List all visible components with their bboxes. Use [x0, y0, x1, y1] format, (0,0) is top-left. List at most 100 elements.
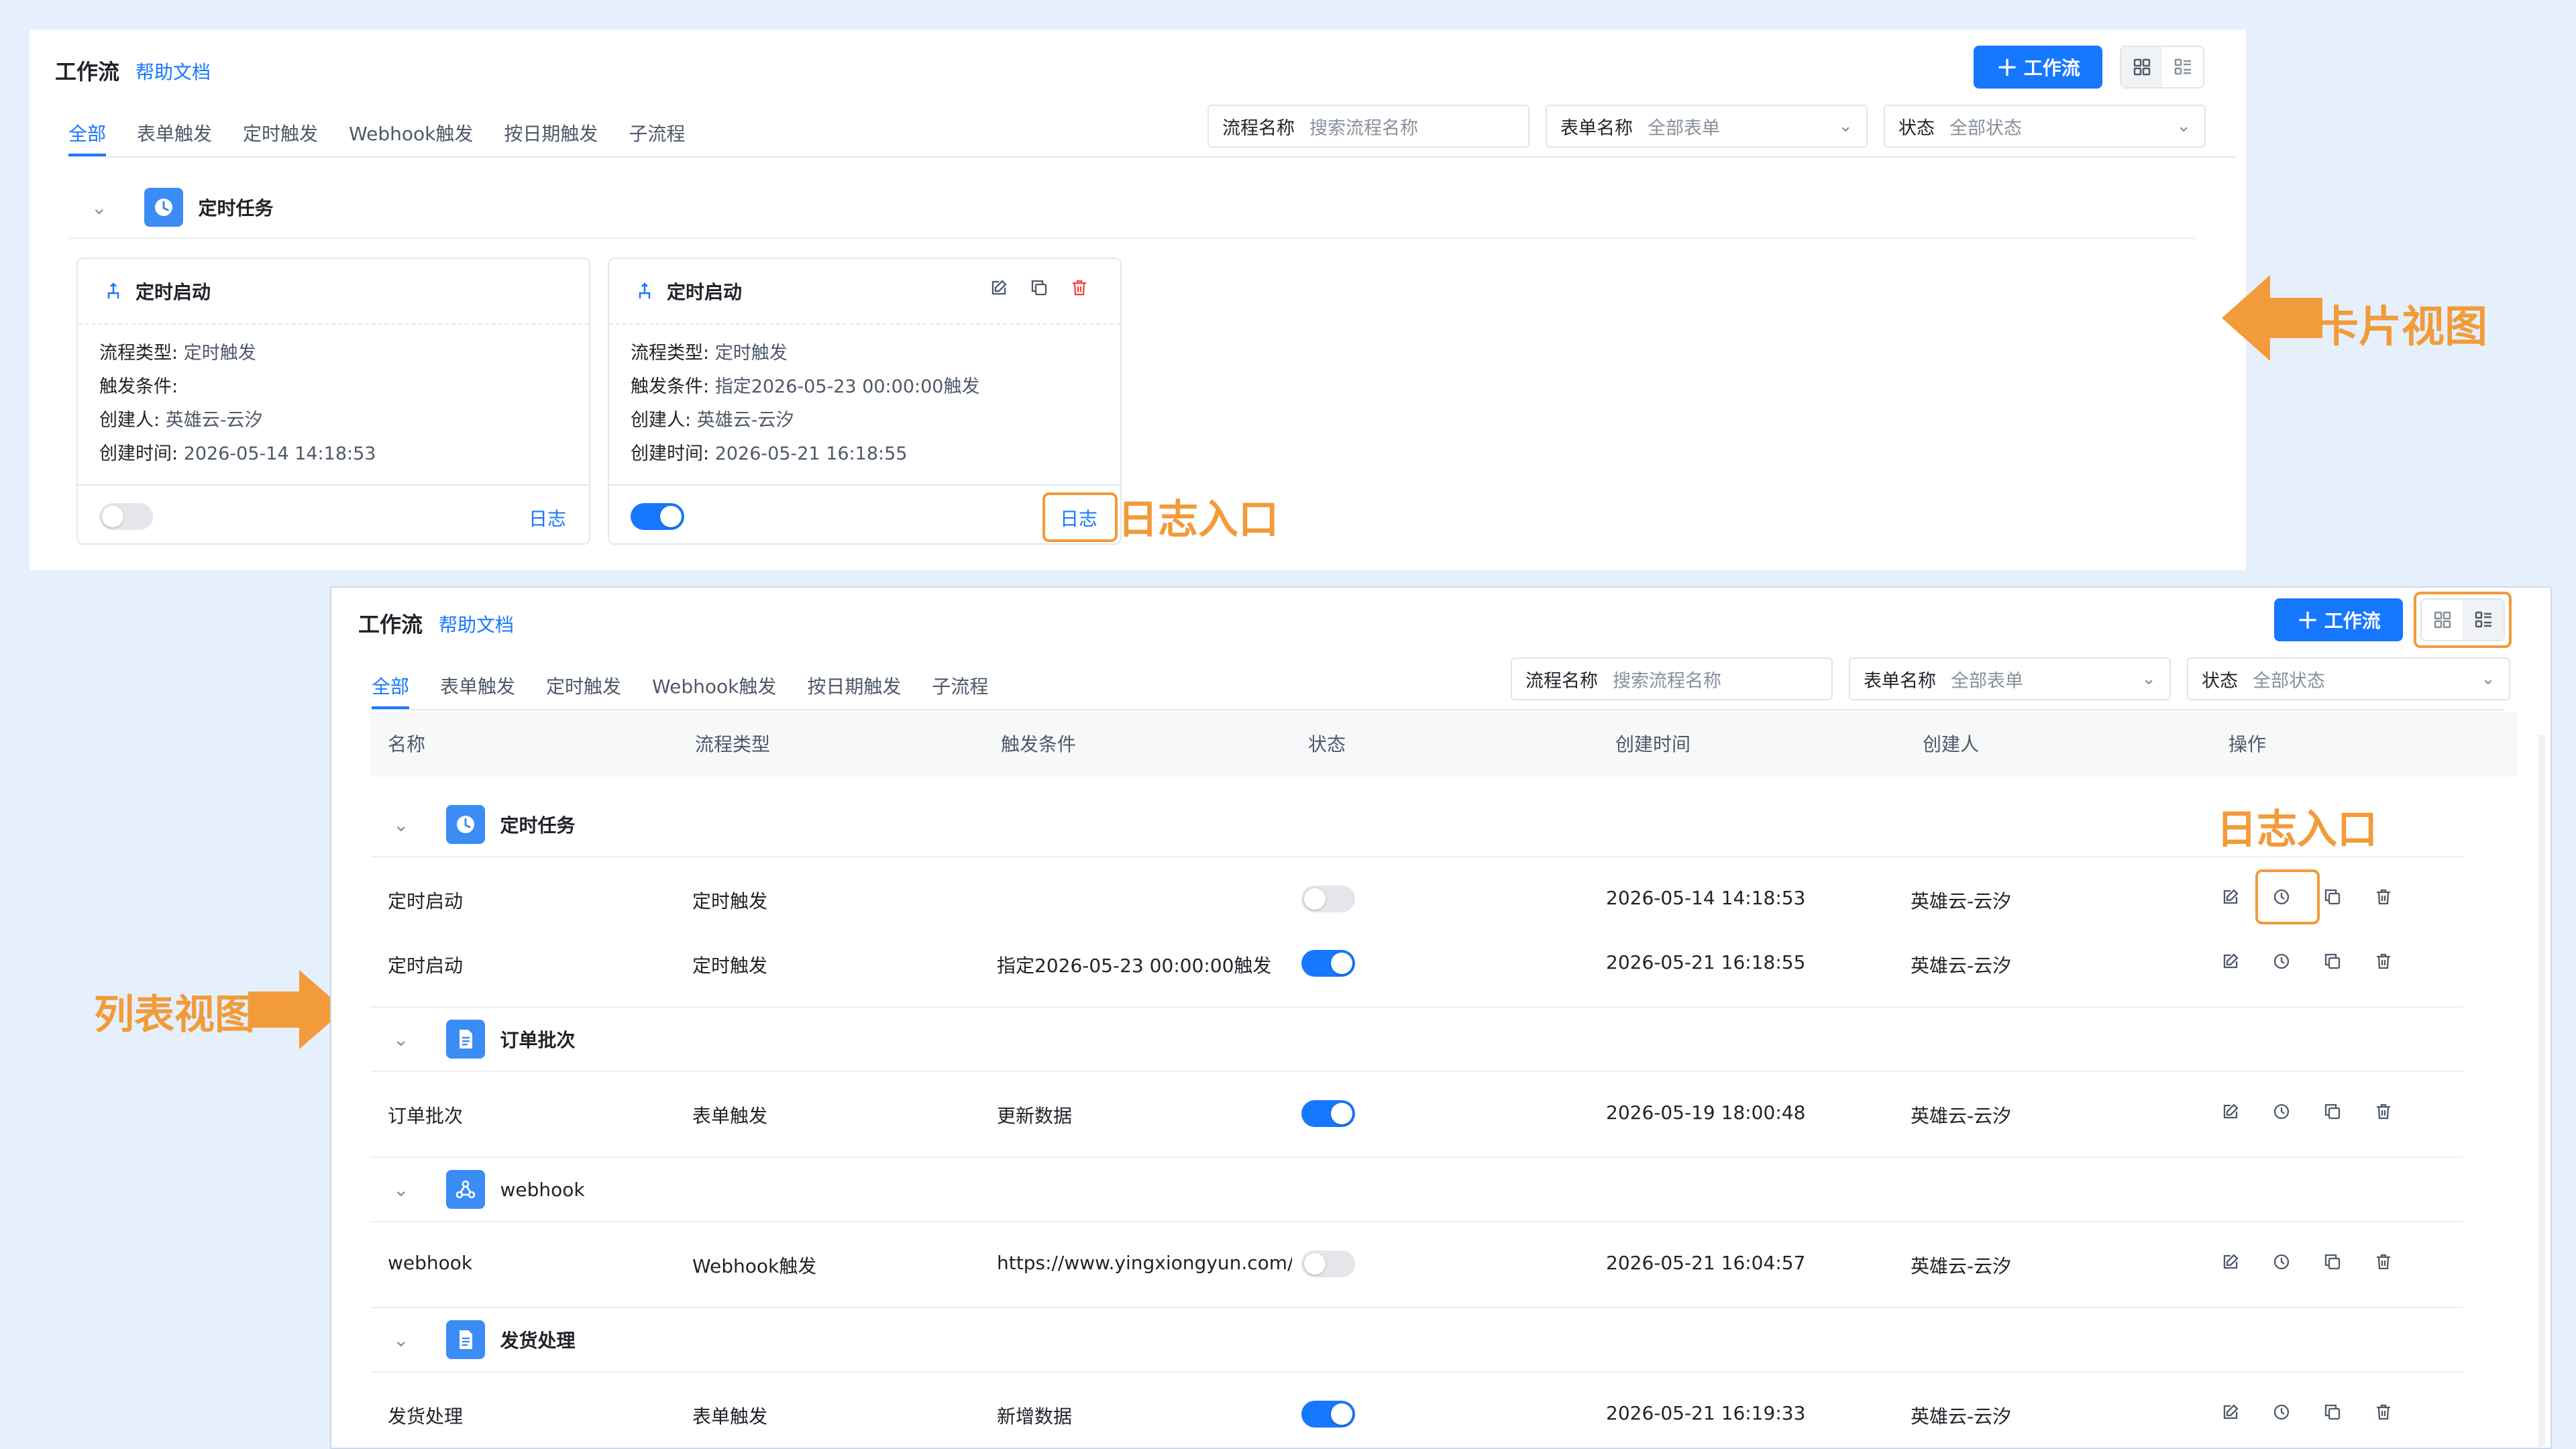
delete-icon[interactable] — [2373, 951, 2394, 971]
chevron-down-icon[interactable]: ⌄ — [393, 1179, 409, 1201]
card-view-annotation: 卡片视图 — [2316, 302, 2487, 352]
tab-form-trigger[interactable]: 表单触发 — [137, 119, 212, 157]
row-actions — [2220, 1402, 2394, 1422]
card-type-line: 流程类型: 定时触发 — [99, 338, 256, 364]
copy-icon[interactable] — [2322, 1102, 2343, 1122]
enable-switch[interactable] — [1301, 950, 1355, 977]
copy-icon[interactable] — [2322, 1402, 2343, 1422]
tab-webhook-trigger[interactable]: Webhook触发 — [652, 672, 776, 710]
tab-timer-trigger[interactable]: 定时触发 — [546, 672, 621, 710]
log-entry-highlight — [2255, 869, 2320, 924]
copy-icon[interactable] — [2322, 887, 2343, 907]
delete-icon[interactable] — [2373, 1252, 2394, 1272]
help-doc-link[interactable]: 帮助文档 — [439, 610, 514, 637]
clock-icon — [144, 188, 184, 227]
add-workflow-button[interactable]: + 工作流 — [1974, 46, 2102, 89]
scrollbar[interactable] — [2538, 735, 2545, 1446]
form-name-filter[interactable]: 表单名称 全部表单 ⌄ — [1546, 105, 1868, 148]
card-actions — [989, 278, 1089, 298]
copy-icon[interactable] — [1029, 278, 1049, 298]
cond-label: 触发条件: — [99, 376, 178, 397]
delete-icon[interactable] — [1069, 278, 1089, 298]
group-header[interactable]: ⌄ 订单批次 — [393, 1020, 575, 1059]
form-name-filter[interactable]: 表单名称 全部表单 ⌄ — [1849, 657, 2171, 700]
status-filter[interactable]: 状态 全部状态 ⌄ — [2187, 657, 2510, 700]
tab-timer-trigger[interactable]: 定时触发 — [243, 119, 318, 157]
card-cond-line: 触发条件: — [99, 372, 178, 398]
form-name-select[interactable]: 全部表单 — [1648, 113, 1838, 140]
time-value: 2026-05-14 14:18:53 — [183, 443, 376, 464]
card-creator-line: 创建人: 英雄云-云汐 — [631, 405, 794, 431]
cell-created-time: 2026-05-21 16:04:57 — [1606, 1252, 1806, 1274]
flow-name-input[interactable]: 搜索流程名称 — [1309, 113, 1515, 140]
chevron-down-icon[interactable]: ⌄ — [393, 814, 409, 836]
cell-name: 订单批次 — [388, 1105, 464, 1127]
flow-name-label: 流程名称 — [1525, 670, 1598, 692]
copy-icon[interactable] — [2322, 951, 2343, 971]
group-header[interactable]: ⌄ 发货处理 — [393, 1320, 575, 1359]
tab-all[interactable]: 全部 — [372, 672, 410, 710]
cell-creator: 英雄云-云汐 — [1911, 1255, 2012, 1277]
tab-date-trigger[interactable]: 按日期触发 — [807, 672, 901, 710]
list-view-button[interactable] — [2162, 47, 2203, 87]
enable-switch[interactable] — [631, 503, 684, 530]
edit-icon[interactable] — [989, 278, 1009, 298]
edit-icon[interactable] — [2220, 1102, 2241, 1122]
delete-icon[interactable] — [2373, 1402, 2394, 1422]
status-filter[interactable]: 状态 全部状态 ⌄ — [1884, 105, 2206, 148]
tab-webhook-trigger[interactable]: Webhook触发 — [349, 119, 473, 157]
enable-switch[interactable] — [1301, 1100, 1355, 1127]
edit-icon[interactable] — [2220, 1252, 2241, 1272]
edit-icon[interactable] — [2220, 951, 2241, 971]
copy-icon[interactable] — [2322, 1252, 2343, 1272]
tab-subflow[interactable]: 子流程 — [629, 119, 685, 157]
tab-date-trigger[interactable]: 按日期触发 — [504, 119, 598, 157]
trigger-tabs: 全部 表单触发 定时触发 Webhook触发 按日期触发 子流程 — [372, 672, 1019, 710]
tab-form-trigger[interactable]: 表单触发 — [440, 672, 515, 710]
add-workflow-label: 工作流 — [2324, 610, 2381, 632]
add-workflow-button[interactable]: + 工作流 — [2274, 598, 2403, 641]
row-divider — [370, 1371, 2463, 1373]
log-link[interactable]: 日志 — [529, 504, 566, 531]
edit-icon[interactable] — [2220, 887, 2241, 907]
chevron-down-icon[interactable]: ⌄ — [91, 197, 107, 219]
status-label: 状态 — [1898, 117, 1935, 139]
edit-icon[interactable] — [2220, 1402, 2241, 1422]
enable-switch[interactable] — [99, 503, 153, 530]
flow-name-input[interactable]: 搜索流程名称 — [1613, 666, 1818, 692]
group-header[interactable]: ⌄ 定时任务 — [393, 805, 575, 844]
cell-condition: 更新数据 — [997, 1105, 1073, 1127]
cell-creator: 英雄云-云汐 — [1911, 1405, 2012, 1428]
delete-icon[interactable] — [2373, 1102, 2394, 1122]
enable-switch[interactable] — [1301, 1250, 1355, 1277]
help-doc-link[interactable]: 帮助文档 — [136, 58, 211, 85]
form-name-select[interactable]: 全部表单 — [1951, 666, 2141, 692]
row-divider — [370, 1006, 2463, 1008]
cell-created-time: 2026-05-19 18:00:48 — [1606, 1102, 1806, 1124]
card-time-line: 创建时间: 2026-05-14 14:18:53 — [99, 439, 376, 465]
group-header[interactable]: ⌄ webhook — [393, 1170, 585, 1209]
delete-icon[interactable] — [2373, 887, 2394, 907]
plus-icon: + — [1996, 52, 2019, 83]
group-name: 定时任务 — [198, 197, 274, 219]
group-header[interactable]: ⌄ 定时任务 — [91, 188, 273, 227]
enable-switch[interactable] — [1301, 885, 1355, 912]
tab-subflow[interactable]: 子流程 — [932, 672, 988, 710]
status-select[interactable]: 全部状态 — [1949, 113, 2176, 140]
log-entry-highlight — [1042, 492, 1118, 542]
grid-view-button[interactable] — [2121, 47, 2162, 87]
history-log-icon[interactable] — [2271, 951, 2292, 971]
history-log-icon[interactable] — [2271, 1102, 2292, 1122]
enable-switch[interactable] — [1301, 1401, 1355, 1428]
chevron-down-icon[interactable]: ⌄ — [393, 1329, 409, 1351]
tab-all[interactable]: 全部 — [68, 119, 107, 157]
chevron-down-icon[interactable]: ⌄ — [393, 1028, 409, 1051]
status-select[interactable]: 全部状态 — [2253, 666, 2481, 692]
cell-name: webhook — [388, 1252, 473, 1274]
flow-name-filter[interactable]: 流程名称 搜索流程名称 — [1208, 105, 1529, 148]
history-log-icon[interactable] — [2271, 1252, 2292, 1272]
history-log-icon[interactable] — [2271, 1402, 2292, 1422]
workflow-card[interactable]: 定时启动 流程类型: 定时触发 触发条件: 创建人: 英雄云-云汐 创建时间: … — [76, 258, 590, 545]
flow-name-filter[interactable]: 流程名称 搜索流程名称 — [1511, 657, 1833, 700]
flow-icon — [107, 282, 119, 299]
